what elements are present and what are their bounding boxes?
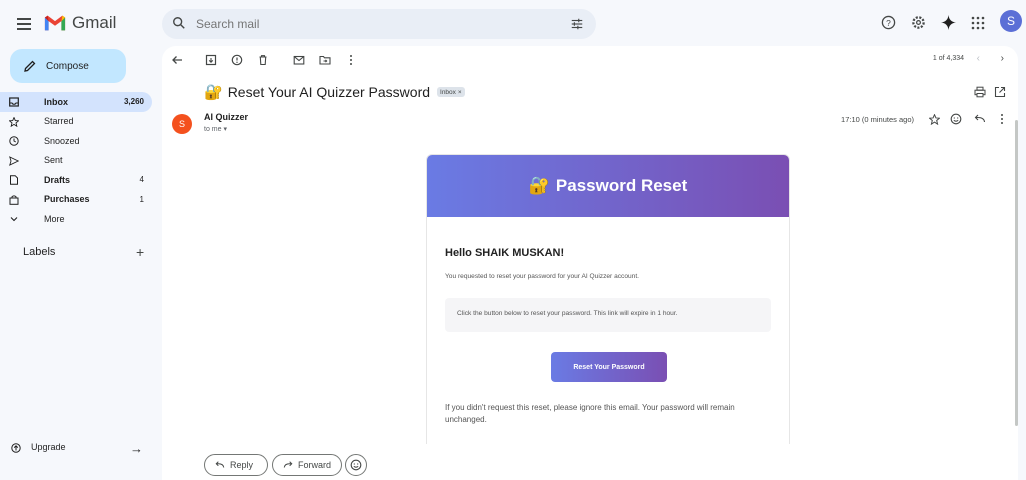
email-header-banner: 🔐 Password Reset: [427, 155, 789, 217]
message-view: 1 of 4,334 ‹ › 🔐 Reset Your AI Quizzer P…: [162, 46, 1018, 480]
svg-text:?: ?: [886, 18, 891, 28]
drafts-count: 4: [139, 175, 144, 185]
sidebar-item-label: More: [44, 213, 65, 224]
message-subject: 🔐 Reset Your AI Quizzer Password Inbox ×: [204, 83, 465, 101]
sidebar-nav: Inbox 3,260 Starred Snoozed Sent Drafts …: [0, 92, 152, 229]
add-label-plus-icon[interactable]: +: [136, 244, 144, 260]
apps-grid-icon[interactable]: [970, 15, 986, 31]
report-spam-icon[interactable]: [230, 53, 244, 67]
recipient-details-toggle[interactable]: to me ▾: [204, 125, 227, 133]
reply-label: Reply: [230, 460, 254, 470]
sidebar-item-purchases[interactable]: Purchases 1: [0, 190, 152, 210]
more-options-icon[interactable]: [344, 53, 358, 67]
purchases-count: 1: [139, 194, 144, 204]
email-notice-box: Click the button below to reset your pas…: [445, 298, 771, 332]
pencil-icon: [24, 60, 36, 72]
reply-button[interactable]: Reply: [204, 454, 268, 476]
settings-gear-icon[interactable]: [910, 15, 926, 31]
sidebar-item-label: Sent: [44, 155, 63, 166]
subject-text: Reset Your AI Quizzer Password: [227, 84, 431, 100]
inbox-label-badge: Inbox ×: [437, 87, 465, 97]
pagination-text: 1 of 4,334: [932, 55, 964, 62]
upgrade-label: Upgrade: [31, 442, 66, 452]
mark-unread-icon[interactable]: [292, 53, 306, 67]
email-header-title: Password Reset: [555, 176, 688, 195]
compose-button[interactable]: Compose: [10, 49, 126, 83]
sidebar-item-label: Snoozed: [44, 135, 80, 146]
message-toolbar: 1 of 4,334 ‹ ›: [162, 46, 1018, 74]
upgrade-icon: [11, 443, 21, 453]
arrow-right-icon[interactable]: →: [130, 441, 143, 456]
forward-button[interactable]: Forward: [272, 454, 342, 476]
chevron-left-icon[interactable]: ‹: [977, 53, 980, 64]
chevron-down-icon: [10, 217, 18, 222]
email-body-card: 🔐 Password Reset Hello SHAIK MUSKAN! You…: [426, 154, 790, 480]
forward-label: Forward: [298, 460, 332, 470]
search-options-icon[interactable]: [570, 17, 584, 31]
sidebar-item-label: Starred: [44, 116, 74, 127]
inbox-count: 3,260: [123, 97, 144, 107]
forward-arrow-icon: [283, 461, 293, 468]
send-icon: [9, 155, 19, 166]
upgrade-link[interactable]: Upgrade: [11, 442, 66, 453]
search-input[interactable]: [196, 9, 556, 39]
lock-key-emoji-icon: 🔐: [204, 84, 223, 101]
reset-password-button[interactable]: Reset Your Password: [551, 352, 667, 382]
open-new-window-icon[interactable]: [994, 85, 1006, 103]
back-arrow-icon[interactable]: [170, 53, 184, 67]
draft-file-icon: [10, 175, 18, 185]
emoji-reaction-button[interactable]: [345, 454, 367, 476]
message-more-options-icon[interactable]: [996, 113, 1008, 125]
shopping-bag-icon: [9, 194, 19, 205]
emoji-reaction-icon[interactable]: [950, 113, 962, 125]
gmail-logo[interactable]: Gmail: [44, 13, 116, 33]
archive-icon[interactable]: [204, 53, 218, 67]
app-title: Gmail: [72, 13, 117, 32]
clock-icon: [9, 136, 19, 146]
sidebar-item-label: Purchases: [44, 194, 90, 205]
gemini-sparkle-icon[interactable]: [940, 15, 956, 31]
sidebar-item-sent[interactable]: Sent: [0, 151, 152, 171]
lock-key-emoji-icon: 🔐: [528, 176, 550, 195]
email-ignore-text: If you didn't request this reset, please…: [445, 403, 735, 424]
sidebar-item-inbox[interactable]: Inbox 3,260: [0, 92, 152, 112]
badge-text: Inbox: [440, 88, 456, 96]
sender-avatar[interactable]: S: [172, 114, 192, 134]
main-menu-button[interactable]: [14, 14, 34, 34]
reply-arrow-icon: [215, 461, 225, 468]
inbox-icon: [9, 97, 19, 107]
email-greeting: Hello SHAIK MUSKAN!: [445, 247, 565, 259]
star-icon: [9, 116, 19, 127]
delete-trash-icon[interactable]: [256, 53, 270, 67]
email-intro-text: You requested to reset your password for…: [445, 273, 640, 280]
search-icon[interactable]: [172, 16, 186, 30]
gmail-m-icon: [44, 15, 66, 31]
sidebar-item-snoozed[interactable]: Snoozed: [0, 131, 152, 151]
smiley-icon: [350, 459, 362, 471]
help-icon[interactable]: ?: [880, 15, 896, 31]
remove-label-close-icon[interactable]: ×: [458, 89, 462, 96]
star-icon[interactable]: [928, 113, 940, 125]
chevron-right-icon[interactable]: ›: [1001, 53, 1004, 64]
labels-heading: Labels: [23, 246, 56, 258]
sidebar-item-more[interactable]: More: [0, 209, 152, 229]
sidebar-item-starred[interactable]: Starred: [0, 112, 152, 132]
sidebar-item-drafts[interactable]: Drafts 4: [0, 170, 152, 190]
top-bar: Gmail ? S: [0, 0, 1026, 48]
sender-name[interactable]: AI Quizzer: [204, 112, 248, 122]
message-timestamp: 17:10 (0 minutes ago): [841, 115, 914, 124]
sidebar-item-label: Inbox: [44, 96, 68, 107]
scrollbar[interactable]: [1015, 120, 1018, 426]
move-to-folder-icon[interactable]: [318, 53, 332, 67]
compose-label: Compose: [46, 60, 89, 72]
account-avatar[interactable]: S: [1000, 10, 1022, 32]
search-bar[interactable]: [162, 9, 596, 39]
print-icon[interactable]: [974, 85, 986, 103]
reply-arrow-icon[interactable]: [974, 113, 986, 125]
sidebar-item-label: Drafts: [44, 174, 71, 185]
